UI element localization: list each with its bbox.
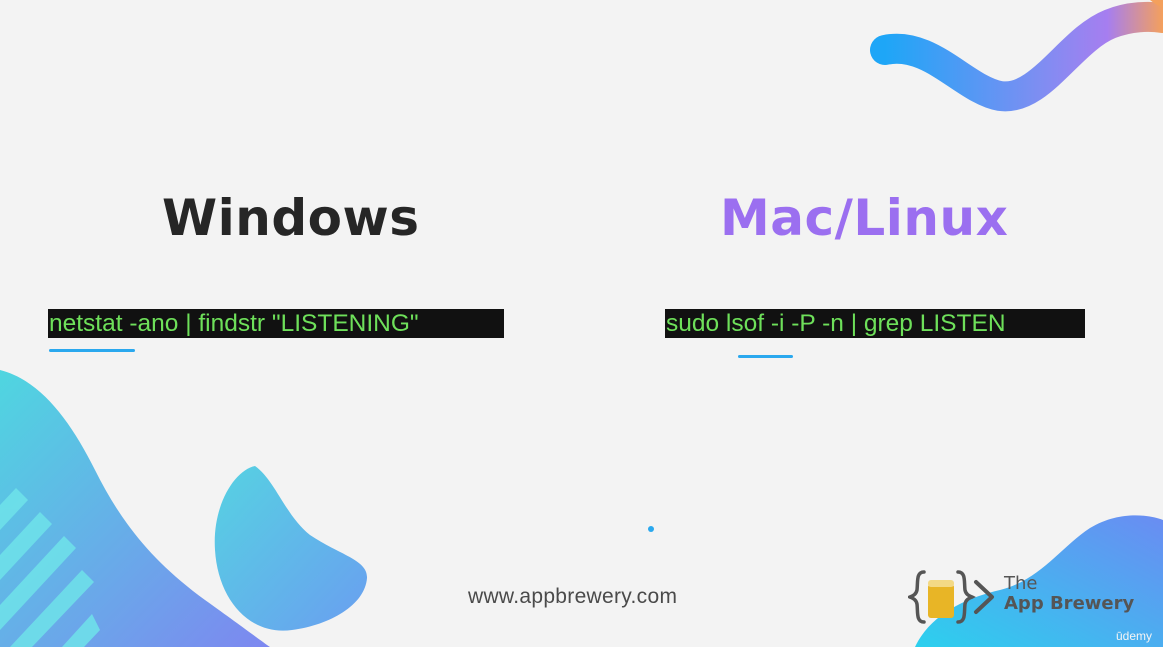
top-right-wave bbox=[870, 1, 1163, 112]
windows-heading: Windows bbox=[162, 189, 420, 247]
lsof-underline bbox=[738, 355, 793, 358]
udemy-watermark: ūdemy bbox=[1116, 629, 1153, 643]
mac-command: sudo lsof -i -P -n | grep LISTEN bbox=[665, 309, 1085, 338]
cursor-dot bbox=[648, 526, 654, 532]
netstat-underline bbox=[49, 349, 135, 352]
logo-text-app-brewery: App Brewery bbox=[1004, 593, 1135, 614]
windows-command: netstat -ano | findstr "LISTENING" bbox=[48, 309, 504, 338]
website-url: www.appbrewery.com bbox=[468, 585, 678, 608]
app-brewery-logo-icon bbox=[908, 570, 994, 624]
mac-linux-heading: Mac/Linux bbox=[720, 189, 1009, 247]
logo-text-the: The bbox=[1004, 573, 1038, 594]
teal-blob bbox=[214, 466, 368, 631]
app-brewery-logo: The App Brewery bbox=[908, 568, 1158, 628]
